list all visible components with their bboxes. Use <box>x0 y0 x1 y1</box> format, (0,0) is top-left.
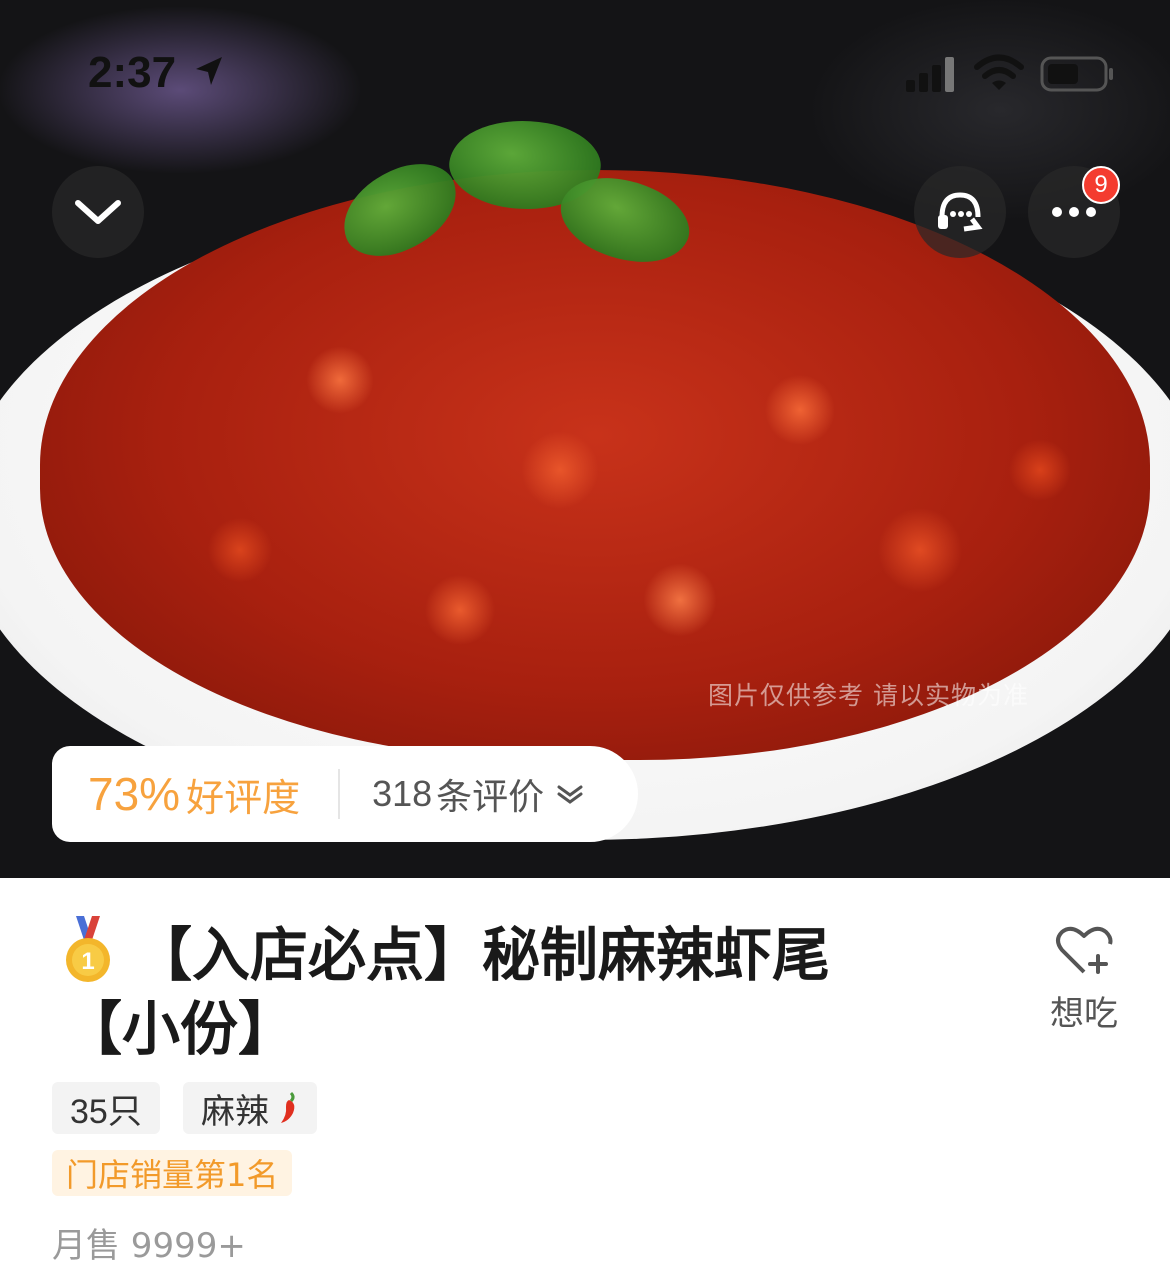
monthly-sales: 月售 9999+ <box>52 1226 246 1266</box>
location-arrow-icon <box>196 57 222 85</box>
crayfish-dish-shape <box>40 170 1150 760</box>
signal-icon <box>906 57 954 92</box>
product-title: 【入店必点】秘制麻辣虾尾【小份】 <box>64 921 831 1063</box>
divider <box>338 769 341 819</box>
review-count-label: 条评价 <box>436 777 545 818</box>
spicy-tag-label: 麻辣 <box>201 1091 269 1132</box>
spicy-tag: 麻辣 <box>183 1082 317 1134</box>
chili-pepper-icon <box>281 1091 295 1123</box>
positive-rate-label: 好评度 <box>186 775 301 820</box>
notification-badge: 9 <box>1082 166 1120 204</box>
wifi-icon <box>974 54 1024 90</box>
want-to-eat-button[interactable]: 想吃 <box>1036 922 1132 1035</box>
chevron-down-icon <box>557 785 583 804</box>
chevron-down-icon <box>75 200 121 224</box>
store-rank-badge: 门店销量第1名 <box>52 1150 293 1196</box>
collapse-button[interactable] <box>52 166 144 258</box>
photo-watermark: 图片仅供参考 请以实物为准 <box>708 681 1029 710</box>
customer-service-button[interactable] <box>914 166 1006 258</box>
want-to-eat-label: 想吃 <box>1050 994 1118 1034</box>
positive-rate: 73% <box>88 768 181 820</box>
quantity-tag: 35只 <box>52 1082 160 1134</box>
more-icon <box>1052 207 1096 217</box>
rating-summary[interactable]: 73% 好评度 318 条评价 <box>52 746 638 842</box>
quantity-tag-label: 35只 <box>70 1092 142 1131</box>
review-count: 318 <box>372 773 433 814</box>
heart-plus-icon <box>1056 926 1113 974</box>
battery-icon <box>1040 56 1113 92</box>
customer-service-icon <box>938 192 983 232</box>
status-time: 2:37 <box>88 48 177 97</box>
